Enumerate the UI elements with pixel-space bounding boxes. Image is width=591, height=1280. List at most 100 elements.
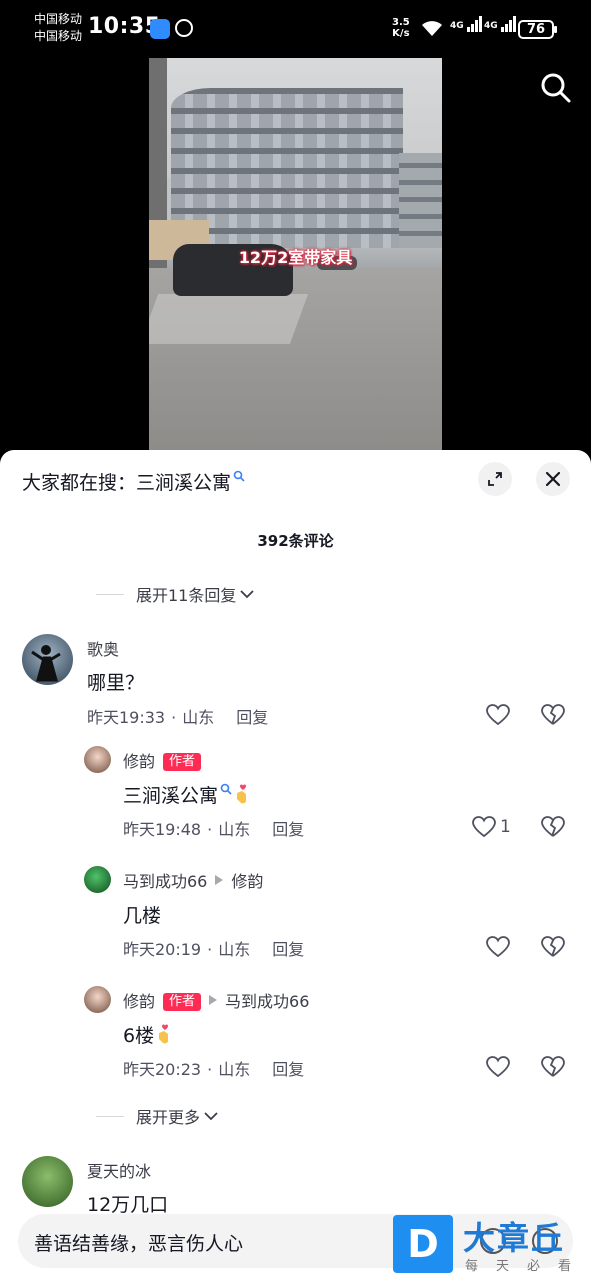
meta-dot: · xyxy=(207,820,213,839)
hot-search-prefix: 大家都在搜： xyxy=(22,472,137,494)
video-building-right xyxy=(399,153,442,248)
reply-to-arrow-icon xyxy=(209,995,218,1005)
like-button[interactable] xyxy=(486,1056,510,1078)
finger-heart-emoji-icon xyxy=(159,1024,169,1044)
comment-sheet: 大家都在搜：三涧溪公寓 392条评论 展开11条回复 歌奥 哪里？ 昨天19:3… xyxy=(0,450,591,1280)
reply-button[interactable]: 回复 xyxy=(272,820,304,839)
shield-icon xyxy=(150,19,170,39)
like-button[interactable] xyxy=(486,704,510,726)
avatar-silhouette-icon xyxy=(31,645,61,682)
reply-username[interactable]: 马到成功66 xyxy=(123,872,207,891)
expand-replies-button[interactable]: 展开11条回复 xyxy=(96,582,255,606)
comment-input-placeholder: 善语结善缘，恶言伤人心 xyxy=(34,1233,244,1255)
reply-meta: 昨天19:48 · 山东 回复 xyxy=(123,816,304,840)
reply-author: 修韵 作者 xyxy=(123,748,202,772)
signal-strength-1: 4G xyxy=(450,16,483,32)
reply-text: 几楼 xyxy=(123,905,162,927)
dislike-button[interactable] xyxy=(541,936,565,962)
like-button[interactable]: 1 xyxy=(472,816,511,838)
sheet-header: 大家都在搜：三涧溪公寓 xyxy=(22,462,572,496)
expand-replies-label: 展开11条回复 xyxy=(136,586,237,605)
reply-text: 三涧溪公寓 xyxy=(123,781,252,808)
signal-strength-2: 4G xyxy=(484,16,517,32)
reply-location: 山东 xyxy=(218,820,251,839)
signal-type-1: 4G xyxy=(450,21,464,31)
avatar[interactable] xyxy=(84,986,111,1013)
reply-username[interactable]: 修韵 xyxy=(123,752,155,771)
comment-username[interactable]: 夏天的冰 xyxy=(87,1158,151,1182)
hot-search[interactable]: 大家都在搜：三涧溪公寓 xyxy=(22,468,245,495)
chevron-down-icon xyxy=(240,590,255,599)
reply-to-arrow-icon xyxy=(215,875,224,885)
like-count: 1 xyxy=(500,817,511,837)
watermark-title: 大章丘 xyxy=(463,1219,566,1257)
net-speed-unit: K/s xyxy=(392,28,410,39)
heart-icon xyxy=(486,1056,510,1078)
video-snow xyxy=(149,294,309,344)
carrier-info: 中国移动 中国移动 xyxy=(34,11,82,45)
broken-heart-icon xyxy=(541,936,565,957)
watermark-logo: D xyxy=(393,1215,453,1273)
expand-icon xyxy=(488,472,502,486)
finger-heart-emoji-icon xyxy=(237,784,247,804)
heart-icon xyxy=(486,704,510,726)
alarm-icon xyxy=(175,19,193,37)
comment-count: 392条评论 xyxy=(257,532,334,550)
net-speed-value: 3.5 xyxy=(392,17,410,28)
reply-button[interactable]: 回复 xyxy=(236,708,268,727)
wifi-icon xyxy=(422,21,442,36)
broken-heart-icon xyxy=(541,816,565,837)
meta-dot: · xyxy=(207,1060,213,1079)
like-button[interactable] xyxy=(486,936,510,958)
video-player[interactable]: 12万2室带家具 xyxy=(0,58,591,450)
expand-button[interactable] xyxy=(478,462,512,496)
avatar[interactable] xyxy=(84,866,111,893)
signal-type-2: 4G xyxy=(484,21,498,31)
avatar[interactable] xyxy=(84,746,111,773)
heart-icon xyxy=(472,816,496,838)
dislike-button[interactable] xyxy=(541,704,565,730)
comment-text: 12万几口 xyxy=(87,1194,169,1216)
reply-text-content: 6楼 xyxy=(123,1025,155,1047)
reply-location: 山东 xyxy=(218,940,251,959)
reply-time: 昨天19:48 xyxy=(123,820,202,839)
reply-to-username[interactable]: 马到成功66 xyxy=(225,992,309,1011)
close-button[interactable] xyxy=(536,462,570,496)
carrier-2: 中国移动 xyxy=(34,29,83,43)
comment-text: 哪里？ xyxy=(87,672,145,694)
hot-search-keyword[interactable]: 三涧溪公寓 xyxy=(136,472,231,494)
video-caption: 12万2室带家具 xyxy=(238,248,353,267)
avatar[interactable] xyxy=(22,634,73,685)
dislike-button[interactable] xyxy=(541,816,565,842)
net-speed: 3.5 K/s xyxy=(392,17,410,39)
battery-indicator: 76 xyxy=(518,20,557,39)
comment-meta: 昨天19:33 · 山东 回复 xyxy=(87,704,268,728)
chevron-down-icon xyxy=(204,1112,218,1121)
reply-to-username[interactable]: 修韵 xyxy=(231,872,263,891)
reply-text-content[interactable]: 三涧溪公寓 xyxy=(123,785,218,807)
reply-text: 6楼 xyxy=(123,1021,174,1048)
search-icon[interactable] xyxy=(540,72,572,104)
reply-location: 山东 xyxy=(218,1060,251,1079)
reply-username[interactable]: 修韵 xyxy=(123,992,155,1011)
reply-button[interactable]: 回复 xyxy=(272,1060,304,1079)
signal-bars-icon xyxy=(466,16,482,32)
watermark: D 大章丘 每天必看 xyxy=(393,1215,591,1277)
search-icon xyxy=(233,470,245,482)
reply-time: 昨天20:19 xyxy=(123,940,202,959)
video-frame[interactable]: 12万2室带家具 xyxy=(149,58,442,450)
broken-heart-icon xyxy=(541,704,565,725)
reply-meta: 昨天20:19 · 山东 回复 xyxy=(123,936,304,960)
comment-location: 山东 xyxy=(182,708,215,727)
reply-meta: 昨天20:23 · 山东 回复 xyxy=(123,1056,304,1080)
avatar[interactable] xyxy=(22,1156,73,1207)
dislike-button[interactable] xyxy=(541,1056,565,1082)
comment-username[interactable]: 歌奥 xyxy=(87,636,119,660)
expand-more-button[interactable]: 展开更多 xyxy=(96,1104,218,1128)
divider-line xyxy=(96,593,124,595)
reply-button[interactable]: 回复 xyxy=(272,940,304,959)
expand-more-label: 展开更多 xyxy=(136,1108,201,1127)
meta-dot: · xyxy=(171,708,177,727)
reply-author: 马到成功66 修韵 xyxy=(123,868,263,892)
reply-author: 修韵 作者 马到成功66 xyxy=(123,988,309,1012)
